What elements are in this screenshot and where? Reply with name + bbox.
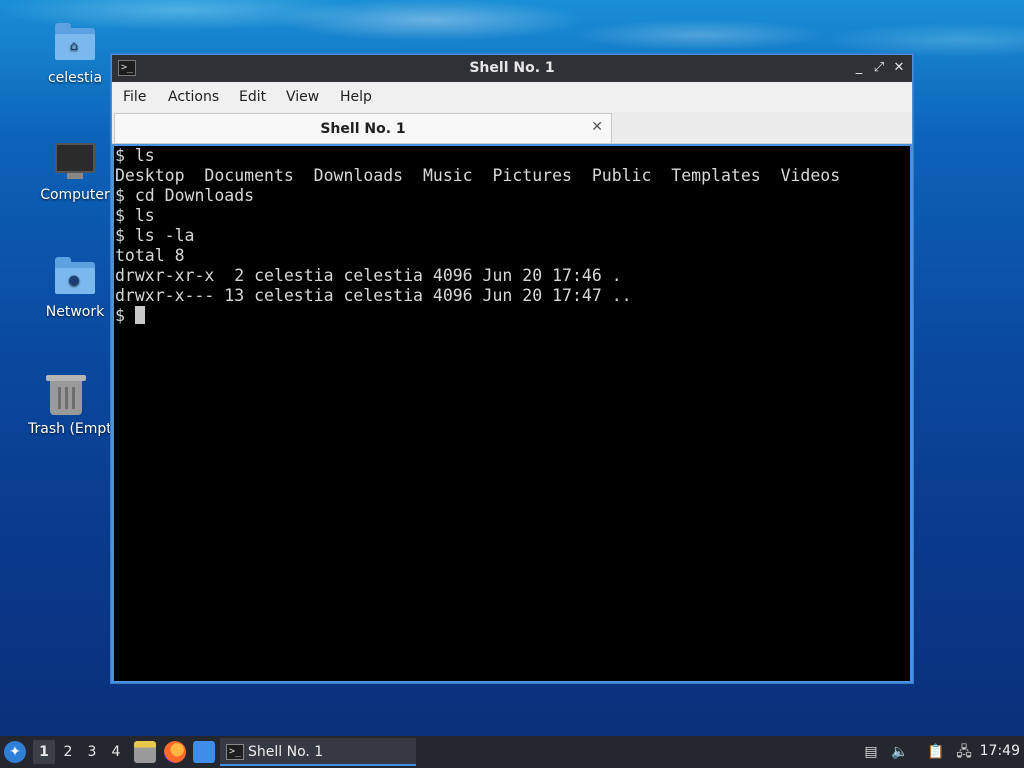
firefox-icon[interactable] — [164, 741, 186, 763]
clipboard-icon[interactable]: 📋 — [926, 742, 946, 762]
terminal-icon: >_ — [226, 744, 244, 760]
terminal-output[interactable]: $ ls Desktop Documents Downloads Music Pi… — [114, 146, 910, 681]
desktop-icon-label: Computer — [40, 187, 110, 203]
taskbar: ✦ 1 2 3 4 >_ Shell No. 1 ▤ 🔈 📋 🖧 17:49 — [0, 736, 1024, 768]
terminal-line: drwxr-x--- 13 celestia celestia 4096 Jun… — [115, 286, 632, 305]
task-label: Shell No. 1 — [248, 744, 324, 760]
desktop-icon-home[interactable]: ⌂ celestia — [27, 22, 123, 86]
workspace-4[interactable]: 4 — [105, 740, 127, 764]
tab-close-icon[interactable]: ✕ — [591, 119, 603, 135]
network-status-icon[interactable]: 🖧 — [954, 742, 974, 762]
terminal-prompt: $ — [115, 306, 135, 325]
terminal-line: Desktop Documents Downloads Music Pictur… — [115, 166, 841, 185]
terminal-line: total 8 — [115, 246, 185, 265]
tab-label: Shell No. 1 — [320, 121, 406, 137]
terminal-line: $ ls -la — [115, 226, 195, 245]
home-folder-icon: ⌂ — [53, 22, 97, 66]
volume-icon[interactable]: 🔈 — [890, 742, 910, 762]
terminal-prompt-line: $ — [115, 306, 910, 326]
start-menu-icon[interactable]: ✦ — [4, 741, 26, 763]
menu-file[interactable]: File — [123, 89, 146, 105]
taskbar-task-shell[interactable]: >_ Shell No. 1 — [220, 738, 416, 766]
terminal-line: $ ls — [115, 206, 155, 225]
desktop-icon-label: celestia — [47, 70, 103, 86]
clock[interactable]: 17:49 — [980, 743, 1020, 759]
window-title: Shell No. 1 — [469, 60, 555, 76]
menubar: File Actions Edit View Help — [112, 82, 912, 112]
tab-bar: Shell No. 1 ✕ — [112, 112, 912, 144]
terminal-line: $ cd Downloads — [115, 186, 255, 205]
tab-shell-1[interactable]: Shell No. 1 ✕ — [114, 113, 612, 143]
trash-icon — [44, 373, 88, 417]
minimize-button[interactable]: _ — [850, 59, 868, 77]
desktop-icon-label: Trash (Empty) — [28, 421, 110, 437]
terminal-line: $ ls — [115, 146, 155, 165]
file-manager-icon[interactable] — [134, 741, 156, 763]
window-titlebar[interactable]: >_ Shell No. 1 _ ⤢ ✕ — [112, 55, 912, 82]
desktop-icon-computer[interactable]: Computer — [27, 139, 123, 203]
desktop-icon-label: Network — [45, 304, 105, 320]
computer-icon — [53, 139, 97, 183]
workspace-3[interactable]: 3 — [81, 740, 103, 764]
menu-actions[interactable]: Actions — [168, 89, 219, 105]
terminal-line: drwxr-xr-x 2 celestia celestia 4096 Jun … — [115, 266, 622, 285]
desktop-icon-trash[interactable]: Trash (Empty) — [22, 373, 110, 437]
close-button[interactable]: ✕ — [890, 59, 908, 77]
network-folder-icon: ● — [53, 256, 97, 300]
terminal-window: >_ Shell No. 1 _ ⤢ ✕ File Actions Edit V… — [110, 53, 914, 684]
workspace-1[interactable]: 1 — [33, 740, 55, 764]
text-cursor — [134, 306, 145, 324]
desktop-icon-network[interactable]: ● Network — [27, 256, 123, 320]
workspace-2[interactable]: 2 — [57, 740, 79, 764]
menu-help[interactable]: Help — [340, 89, 372, 105]
show-desktop-icon[interactable] — [193, 741, 215, 763]
menu-view[interactable]: View — [286, 89, 319, 105]
updates-icon[interactable]: ▤ — [861, 742, 881, 762]
menu-edit[interactable]: Edit — [239, 89, 266, 105]
maximize-button[interactable]: ⤢ — [870, 59, 888, 77]
